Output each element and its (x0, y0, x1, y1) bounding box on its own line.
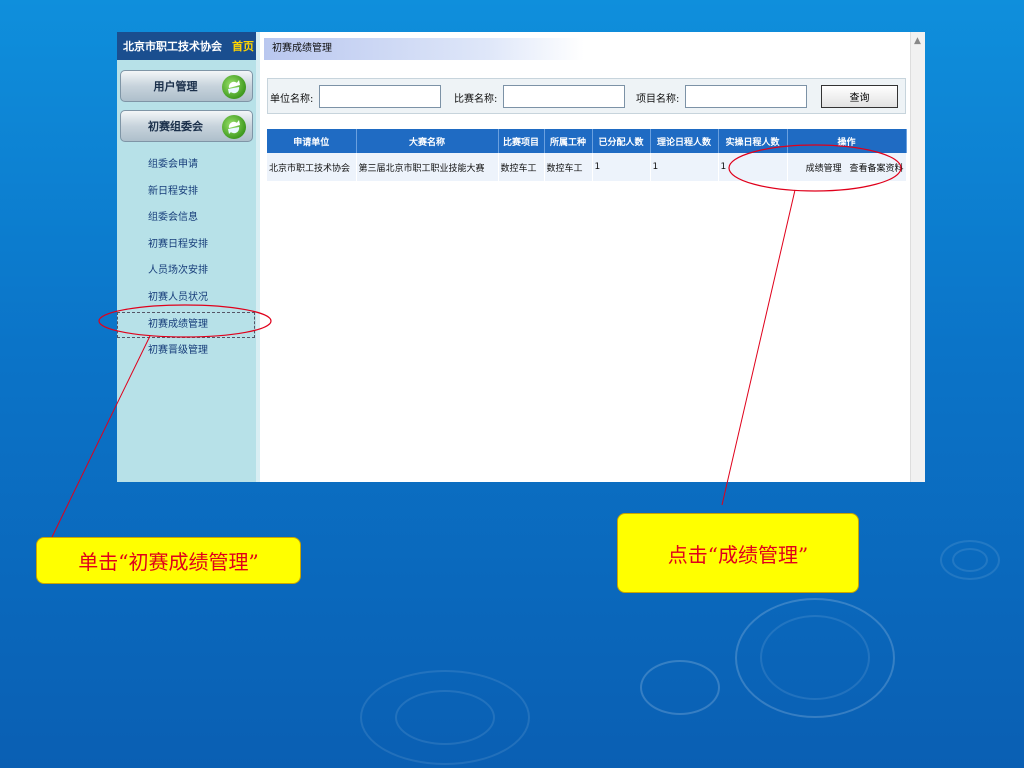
column-header: 已分配人数 (592, 129, 651, 153)
unit-name-label: 单位名称: (270, 94, 314, 105)
project-name-label: 项目名称: (636, 94, 680, 105)
column-header: 操作 (787, 129, 907, 153)
table-header-row: 申请单位 大赛名称 比赛项目 所属工种 已分配人数 理论日程人数 实操日程人数 … (267, 129, 907, 153)
page-title: 初赛成绩管理 (264, 38, 584, 60)
cell-actions: 成绩管理 查看备案资料 (787, 153, 907, 181)
menu-item-promotion-management[interactable]: 初赛晋级管理 (148, 338, 255, 365)
menu-item-session-arrangement[interactable]: 人员场次安排 (148, 258, 255, 285)
callout-click-score: 点击“成绩管理” (617, 513, 859, 593)
site-name: 北京市职工技术协会 (123, 40, 222, 53)
cell-theory: 1 (650, 153, 719, 181)
menu-item-committee-apply[interactable]: 组委会申请 (148, 152, 255, 179)
ripple-decoration (640, 660, 720, 715)
contest-name-label: 比赛名称: (454, 94, 498, 105)
ripple-decoration (952, 548, 988, 572)
results-table: 申请单位 大赛名称 比赛项目 所属工种 已分配人数 理论日程人数 实操日程人数 … (267, 129, 907, 181)
cell-contest: 第三届北京市职工职业技能大赛 (356, 153, 499, 181)
cell-trade: 数控车工 (544, 153, 593, 181)
cell-unit: 北京市职工技术协会 (267, 153, 357, 181)
table-row: 北京市职工技术协会 第三届北京市职工职业技能大赛 数控车工 数控车工 1 1 1… (267, 153, 907, 181)
refresh-arrow-icon (222, 115, 246, 139)
search-bar: 单位名称: 比赛名称: 项目名称: 查询 (267, 78, 906, 114)
app-screenshot: 北京市职工技术协会 首页 用户管理 初赛组委会 组委会申请 新日程安排 组委会信… (117, 32, 925, 482)
vertical-scrollbar[interactable]: ▲ (910, 32, 925, 482)
menu-item-preliminary-schedule[interactable]: 初赛日程安排 (148, 232, 255, 259)
menu-item-committee-info[interactable]: 组委会信息 (148, 205, 255, 232)
sidebar-menu: 组委会申请 新日程安排 组委会信息 初赛日程安排 人员场次安排 初赛人员状况 初… (117, 152, 255, 365)
cell-assigned: 1 (592, 153, 651, 181)
column-header: 大赛名称 (356, 129, 499, 153)
user-management-label: 用户管理 (153, 80, 198, 93)
preliminary-committee-label: 初赛组委会 (148, 120, 203, 133)
query-button[interactable]: 查询 (821, 85, 898, 108)
sidebar-header: 北京市职工技术协会 首页 (117, 32, 256, 60)
cell-project: 数控车工 (498, 153, 545, 181)
column-header: 理论日程人数 (650, 129, 719, 153)
main-content: 初赛成绩管理 ▲ 单位名称: 比赛名称: 项目名称: 查询 申请单位 大赛名称 … (264, 32, 925, 482)
menu-item-personnel-status[interactable]: 初赛人员状况 (148, 285, 255, 312)
column-header: 比赛项目 (498, 129, 545, 153)
home-link[interactable]: 首页 (232, 38, 254, 54)
column-header: 实操日程人数 (718, 129, 788, 153)
column-header: 申请单位 (267, 129, 357, 153)
menu-item-score-management[interactable]: 初赛成绩管理 (117, 311, 255, 339)
sidebar: 北京市职工技术协会 首页 用户管理 初赛组委会 组委会申请 新日程安排 组委会信… (117, 32, 260, 482)
project-name-input[interactable] (685, 85, 807, 108)
ripple-decoration (760, 615, 870, 700)
user-management-button[interactable]: 用户管理 (120, 70, 253, 102)
callout-click-menu: 单击“初赛成绩管理” (36, 537, 301, 584)
column-header: 所属工种 (544, 129, 593, 153)
cell-practice: 1 (718, 153, 788, 181)
contest-name-input[interactable] (503, 85, 625, 108)
preliminary-committee-button[interactable]: 初赛组委会 (120, 110, 253, 142)
menu-item-new-schedule[interactable]: 新日程安排 (148, 179, 255, 206)
scroll-up-icon[interactable]: ▲ (912, 36, 923, 47)
refresh-arrow-icon (222, 75, 246, 99)
view-records-link[interactable]: 查看备案资料 (849, 164, 903, 174)
score-management-link[interactable]: 成绩管理 (806, 164, 842, 174)
ripple-decoration (395, 690, 495, 745)
unit-name-input[interactable] (319, 85, 441, 108)
